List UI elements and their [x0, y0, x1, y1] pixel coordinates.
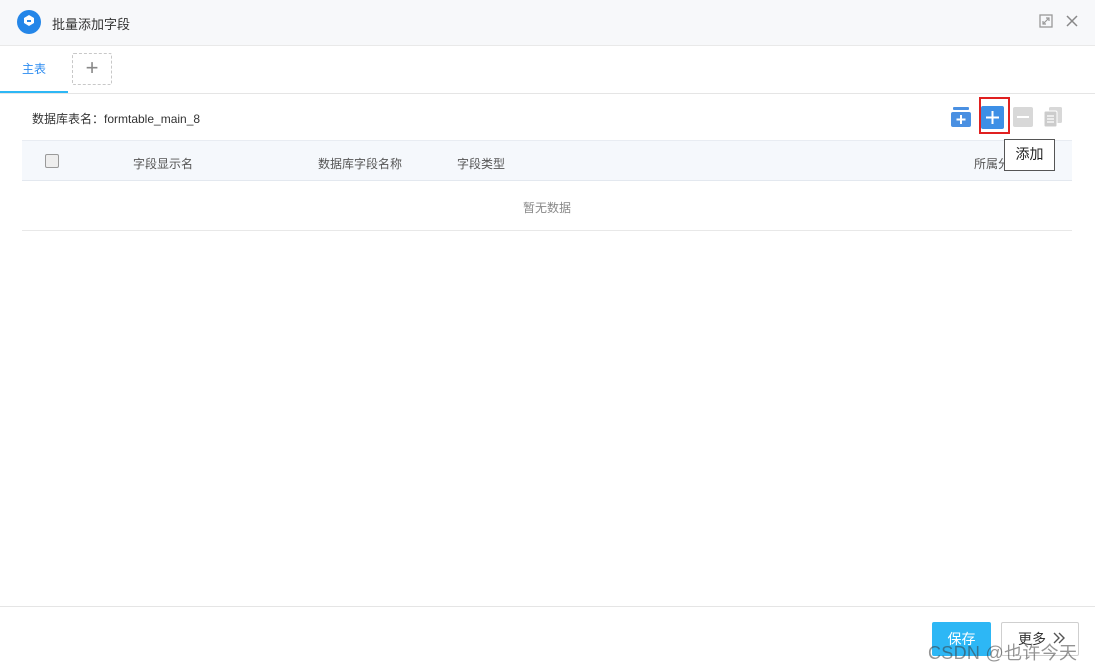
- batch-add-fields-dialog: 批量添加字段 主表 + 数据库表名：formtable_main_8 字段显示名…: [0, 0, 1095, 667]
- tab-bar: 主表 +: [0, 46, 1095, 94]
- title-bar: 批量添加字段: [0, 0, 1095, 46]
- maximize-icon[interactable]: [1038, 13, 1054, 29]
- add-tab-button[interactable]: +: [72, 53, 112, 85]
- add-tooltip: 添加: [1004, 139, 1055, 171]
- batch-add-icon[interactable]: [950, 106, 972, 128]
- close-icon[interactable]: [1064, 13, 1080, 29]
- copy-icon[interactable]: [1042, 106, 1064, 128]
- table-name-label: 数据库表名：formtable_main_8: [32, 112, 201, 126]
- plus-icon[interactable]: [980, 105, 1005, 130]
- select-all-checkbox[interactable]: [45, 154, 59, 168]
- column-header-field-type: 字段类型: [457, 157, 506, 171]
- tab-main-table[interactable]: 主表: [0, 46, 68, 93]
- app-logo-icon: [17, 10, 41, 34]
- dialog-title: 批量添加字段: [52, 17, 131, 32]
- watermark-text: CSDN @也许今天: [928, 643, 1078, 663]
- minus-icon[interactable]: [1012, 106, 1034, 128]
- column-header-db-field-name: 数据库字段名称: [318, 157, 403, 171]
- empty-text: 暂无数据: [522, 201, 571, 215]
- dialog-footer: 保存 更多 CSDN @也许今天: [0, 606, 1095, 667]
- empty-row: 暂无数据: [22, 181, 1072, 231]
- table-header: 字段显示名 数据库字段名称 字段类型 所属分: [22, 140, 1072, 181]
- fields-table: 字段显示名 数据库字段名称 字段类型 所属分 暂无数据: [22, 140, 1072, 231]
- column-header-display-name: 字段显示名: [133, 157, 194, 171]
